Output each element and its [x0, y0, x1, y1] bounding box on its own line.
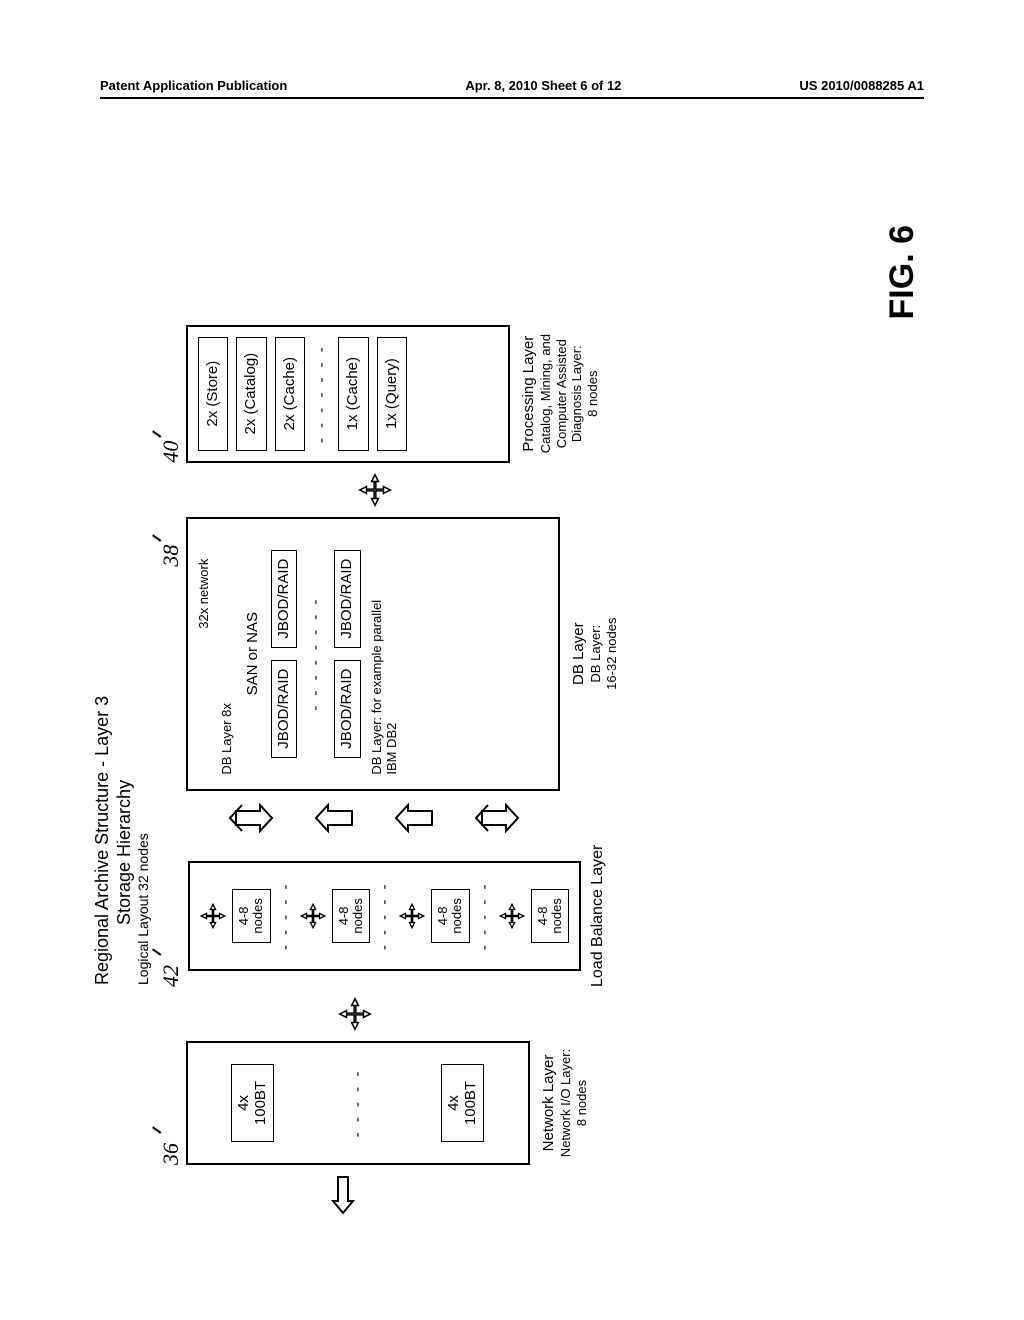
- network-label: Network Layer: [540, 1049, 558, 1157]
- four-arrow-icon: [358, 473, 392, 507]
- network-cell-1: 4x 100BT: [231, 1064, 274, 1142]
- lb-a4: 4-8: [536, 894, 550, 938]
- ref-38: 38: [158, 545, 184, 567]
- ref-42-row: 42: [158, 931, 186, 987]
- arrow-up-down-icon: [228, 801, 274, 835]
- lb-dashes-3: - - - - -: [476, 882, 493, 951]
- lb-a1: 4-8: [237, 894, 251, 938]
- ref-36: 36: [158, 1143, 184, 1165]
- four-arrow-icon: [338, 997, 372, 1031]
- proc-labels: Processing Layer Catalog, Mining, and Co…: [520, 334, 600, 453]
- page-header: Patent Application Publication Apr. 8, 2…: [100, 78, 924, 99]
- network-dashes: - - - - -: [349, 1069, 366, 1138]
- header-left: Patent Application Publication: [100, 78, 287, 93]
- proc-item-2: 2x (Cache): [275, 337, 306, 451]
- db-row-2: JBOD/RAID JBOD/RAID: [334, 550, 361, 758]
- four-arrow-icon: [300, 903, 326, 929]
- title-logical: Logical Layout 32 nodes: [135, 155, 152, 985]
- db-box: 32x network DB Layer 8x SAN or NAS JBOD/…: [186, 517, 560, 791]
- lb-db-arrows: [228, 801, 520, 835]
- net-cell2-b: 100BT: [463, 1073, 480, 1133]
- proc-item-3: 1x (Cache): [338, 337, 369, 451]
- lb-dashes-2: - - - - -: [376, 882, 393, 951]
- proc-label: Processing Layer: [520, 334, 538, 453]
- arrow-up-icon: [314, 801, 354, 835]
- db-topnet: 32x network: [196, 559, 211, 629]
- title-line2: Storage Hierarchy: [114, 155, 136, 925]
- lb-b2: nodes: [351, 894, 365, 938]
- db-sannas: SAN or NAS: [244, 612, 261, 695]
- figure-label: FIG. 6: [883, 225, 922, 319]
- four-arrow-icon: [399, 903, 425, 929]
- lb-cell-1: 4-8 nodes: [232, 889, 271, 943]
- lb-cell-3: 4-8 nodes: [431, 889, 470, 943]
- diagram-area: Regional Archive Structure - Layer 3 Sto…: [80, 150, 944, 1220]
- proc-sub: Catalog, Mining, and Computer Assisted D…: [538, 334, 600, 453]
- loadbal-box: 4-8 nodes - - - - - 4-8 nodes - - - - - …: [188, 861, 581, 971]
- db-labels: DB Layer DB Layer: 16-32 nodes: [570, 618, 619, 690]
- network-col: 36 4x 100BT - - - - - 4x 100BT Network L…: [158, 1041, 589, 1165]
- db-sub: DB Layer: 16-32 nodes: [588, 618, 619, 690]
- db-dashes: - - - - - - - -: [307, 597, 324, 711]
- lb-a2: 4-8: [337, 894, 351, 938]
- ref-42: 42: [158, 965, 184, 987]
- network-labels: Network Layer Network I/O Layer: 8 nodes: [540, 1049, 589, 1157]
- lb-cell-4: 4-8 nodes: [531, 889, 570, 943]
- proc-item-1: 2x (Catalog): [236, 337, 267, 451]
- four-arrow-1: [338, 997, 372, 1031]
- four-arrow-icon: [200, 903, 226, 929]
- header-right: US 2010/0088285 A1: [799, 78, 924, 93]
- lb-dashes-1: - - - - -: [277, 882, 294, 951]
- net-cell1-a: 4x: [236, 1073, 253, 1133]
- db-label: DB Layer: [570, 618, 588, 690]
- proc-item-0: 2x (Store): [198, 337, 229, 451]
- four-arrow-2: [358, 473, 392, 507]
- lb-cell-2: 4-8 nodes: [332, 889, 371, 943]
- network-sub: Network I/O Layer: 8 nodes: [558, 1049, 589, 1157]
- proc-col: 40 2x (Store) 2x (Catalog) 2x (Cache) - …: [158, 325, 600, 463]
- arrow-up-icon: [394, 801, 434, 835]
- network-box: 4x 100BT - - - - - 4x 100BT: [186, 1041, 530, 1165]
- db-annot: DB Layer: for example parallel IBM DB2: [369, 600, 399, 775]
- network-cell-2: 4x 100BT: [441, 1064, 484, 1142]
- db-col: 38 32x network DB Layer 8x SAN or NAS JB…: [158, 517, 619, 791]
- ref-38-row: 38: [158, 517, 186, 567]
- figure-title: Regional Archive Structure - Layer 3 Sto…: [92, 155, 152, 985]
- header-mid: Apr. 8, 2010 Sheet 6 of 12: [465, 78, 621, 93]
- arrow-up-down-icon: [474, 801, 520, 835]
- ref-leader-icon: [152, 516, 174, 541]
- db-row-1: JBOD/RAID JBOD/RAID: [271, 550, 298, 758]
- loadbal-label: Load Balance Layer: [589, 845, 607, 987]
- rotated-figure: Regional Archive Structure - Layer 3 Sto…: [92, 155, 932, 1215]
- four-arrow-icon: [499, 903, 525, 929]
- ref-40: 40: [158, 441, 184, 463]
- lb-a3: 4-8: [436, 894, 450, 938]
- proc-item-4: 1x (Query): [377, 337, 408, 451]
- columns: 36 4x 100BT - - - - - 4x 100BT Network L…: [158, 155, 619, 1215]
- ref-leader-icon: [152, 1108, 174, 1133]
- ref-40-row: 40: [158, 413, 186, 463]
- db-jbod-1b: JBOD/RAID: [271, 550, 298, 648]
- loadbal-col: 42 4-8 nodes - - - - - 4-8 nodes - -: [158, 845, 607, 987]
- title-line1: Regional Archive Structure - Layer 3: [92, 155, 114, 985]
- network-ref: 36: [158, 1109, 186, 1165]
- db-jbod-2b: JBOD/RAID: [334, 550, 361, 648]
- db-jbod-1a: JBOD/RAID: [271, 660, 298, 758]
- external-arrow: [328, 1175, 358, 1215]
- lb-b3: nodes: [450, 894, 464, 938]
- arrow-left-icon: [328, 1175, 358, 1215]
- lb-b1: nodes: [251, 894, 265, 938]
- lb-b4: nodes: [550, 894, 564, 938]
- ref-leader-icon: [152, 412, 174, 437]
- net-cell1-b: 100BT: [253, 1073, 270, 1133]
- proc-dashes: - - - - - - -: [313, 344, 330, 443]
- proc-box: 2x (Store) 2x (Catalog) 2x (Cache) - - -…: [186, 325, 510, 463]
- ref-leader-icon: [152, 930, 174, 955]
- net-cell2-a: 4x: [446, 1073, 463, 1133]
- db-sublabel: DB Layer 8x: [219, 703, 234, 775]
- db-jbod-2a: JBOD/RAID: [334, 660, 361, 758]
